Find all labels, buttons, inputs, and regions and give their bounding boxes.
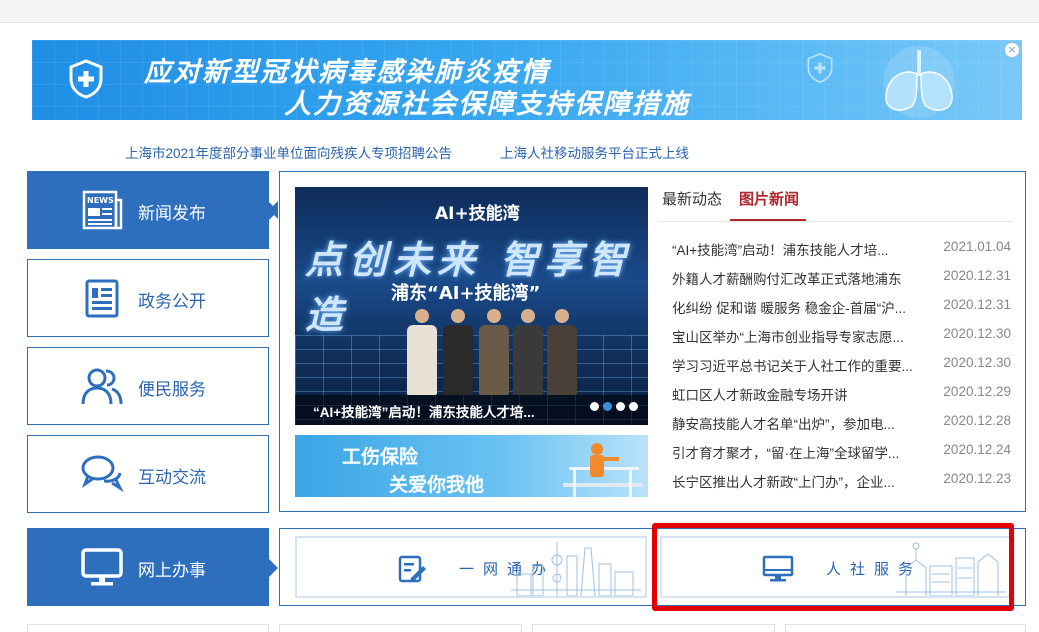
news-item[interactable]: 静安高技能人才名单“出炉”，参加电... 2020.12.28 xyxy=(672,413,1017,433)
person-figure xyxy=(513,309,543,395)
news-title[interactable]: 外籍人才薪酬购付汇改革正式落地浦东 xyxy=(672,268,922,288)
nav-label: 便民服务 xyxy=(138,380,206,399)
news-item[interactable]: 化纠纷 促和谐 暖服务 稳金企-首届“沪... 2020.12.31 xyxy=(672,297,1017,317)
work-injury-insurance-banner[interactable]: 工伤保险 关爱你我他 xyxy=(295,435,648,497)
nav-label: 互动交流 xyxy=(138,468,206,487)
nav-news-release[interactable]: NEWS 新闻发布 xyxy=(27,171,278,249)
injury-banner-line1: 工伤保险 xyxy=(342,446,419,468)
banner-title-line2: 人力资源社会保障支持保障措施 xyxy=(284,89,690,120)
news-title[interactable]: 化纠纷 促和谐 暖服务 稳金企-首届“沪... xyxy=(672,297,922,317)
city-skyline-illustration xyxy=(511,542,641,596)
nav-online-services[interactable]: 网上办事 xyxy=(27,528,278,606)
person-figure xyxy=(407,309,437,395)
nav-label: 网上办事 xyxy=(138,561,206,580)
person-figure xyxy=(443,309,473,395)
news-date: 2020.12.30 xyxy=(943,355,1011,370)
users-icon xyxy=(81,368,123,405)
carousel-dots xyxy=(586,396,638,415)
news-title[interactable]: 虹口区人才新政金融专场开讲 xyxy=(672,384,922,404)
carousel-dot-active[interactable] xyxy=(603,402,612,411)
chat-bubbles-icon xyxy=(81,455,124,493)
news-date: 2020.12.28 xyxy=(943,413,1011,428)
tab-latest-news[interactable]: 最新动态 xyxy=(662,188,722,209)
carousel-caption[interactable]: “AI+技能湾”启动！浦东技能人才培... xyxy=(313,401,535,421)
carousel-subtitle: 浦东“AI+技能湾” xyxy=(391,283,541,304)
person-figure xyxy=(547,309,577,395)
next-row-edge xyxy=(27,624,269,632)
carousel-dot[interactable] xyxy=(629,402,638,411)
top-strip xyxy=(0,0,1039,23)
news-item[interactable]: “AI+技能湾”启动！浦东技能人才培... 2021.01.04 xyxy=(672,239,1017,259)
news-title[interactable]: 引才育才聚才，“留·在上海”全球留学... xyxy=(672,442,922,462)
news-item[interactable]: 引才育才聚才，“留·在上海”全球留学... 2020.12.24 xyxy=(672,442,1017,462)
news-date: 2020.12.30 xyxy=(943,326,1011,341)
news-date: 2020.12.29 xyxy=(943,384,1011,399)
news-item[interactable]: 虹口区人才新政金融专场开讲 2020.12.29 xyxy=(672,384,1017,404)
nav-label: 新闻发布 xyxy=(138,204,206,223)
edit-document-icon xyxy=(398,555,426,583)
lung-illustration xyxy=(883,46,955,118)
news-date: 2021.01.04 xyxy=(943,239,1011,254)
news-title[interactable]: 静安高技能人才名单“出炉”，参加电... xyxy=(672,413,922,433)
monitor-icon xyxy=(81,548,123,586)
news-item[interactable]: 外籍人才薪酬购付汇改革正式落地浦东 2020.12.31 xyxy=(672,268,1017,288)
tab-picture-news[interactable]: 图片新闻 xyxy=(739,188,799,209)
news-title[interactable]: “AI+技能湾”启动！浦东技能人才培... xyxy=(672,239,922,259)
image-carousel[interactable]: AI+技能湾 点创未来 智享智造 浦东“AI+技能湾” “AI+技能湾”启动！浦… xyxy=(295,187,648,425)
news-title[interactable]: 长宁区推出人才新政“上门办”，企业... xyxy=(672,471,922,491)
svg-text:NEWS: NEWS xyxy=(87,196,114,205)
epidemic-banner[interactable]: 应对新型冠状病毒感染肺炎疫情 人力资源社会保障支持保障措施 × xyxy=(32,40,1022,120)
panel-pointer xyxy=(269,201,278,219)
newspaper-icon: NEWS xyxy=(82,190,123,230)
news-date: 2020.12.24 xyxy=(943,442,1011,457)
close-icon[interactable]: × xyxy=(1004,42,1020,58)
notice-link[interactable]: 上海市2021年度部分事业单位面向残疾人专项招聘公告 xyxy=(125,142,452,162)
shield-plus-icon xyxy=(807,53,833,83)
nav-government-affairs[interactable]: 政务公开 xyxy=(27,259,269,337)
notice-link[interactable]: 上海人社移动服务平台正式上线 xyxy=(500,142,689,162)
injury-banner-line2: 关爱你我他 xyxy=(389,474,485,496)
worker-illustration xyxy=(563,443,643,497)
news-date: 2020.12.31 xyxy=(943,297,1011,312)
next-row-edge xyxy=(785,624,1026,632)
shield-plus-icon xyxy=(69,59,103,99)
carousel-dot[interactable] xyxy=(616,402,625,411)
carousel-brand: AI+技能湾 xyxy=(435,204,520,224)
news-date: 2020.12.31 xyxy=(943,268,1011,283)
news-item[interactable]: 学习习近平总书记关于人社工作的重要... 2020.12.30 xyxy=(672,355,1017,375)
one-network-service-button[interactable]: 一网通办 xyxy=(295,536,647,598)
news-item[interactable]: 长宁区推出人才新政“上门办”，企业... 2020.12.23 xyxy=(672,471,1017,491)
next-row-edge xyxy=(532,624,775,632)
highlight-box xyxy=(652,523,1014,611)
tab-divider xyxy=(658,221,1012,222)
news-title[interactable]: 学习习近平总书记关于人社工作的重要... xyxy=(672,355,922,375)
tab-active-underline xyxy=(730,219,806,221)
news-title[interactable]: 宝山区举办“上海市创业指导专家志愿... xyxy=(672,326,922,346)
nav-label: 政务公开 xyxy=(138,292,206,311)
person-figure xyxy=(479,309,509,395)
carousel-dot[interactable] xyxy=(590,402,599,411)
nav-public-service[interactable]: 便民服务 xyxy=(27,347,269,425)
news-date: 2020.12.23 xyxy=(943,471,1011,486)
nav-interaction[interactable]: 互动交流 xyxy=(27,435,269,513)
document-list-icon xyxy=(85,279,119,318)
news-item[interactable]: 宝山区举办“上海市创业指导专家志愿... 2020.12.30 xyxy=(672,326,1017,346)
next-row-edge xyxy=(279,624,522,632)
